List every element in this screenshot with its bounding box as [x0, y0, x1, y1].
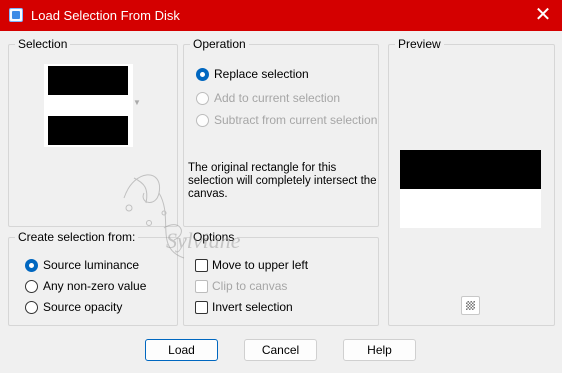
radio-indicator[interactable]	[196, 92, 209, 105]
replace-selection-radio[interactable]: Replace selection	[196, 67, 309, 82]
source-opacity-label: Source opacity	[43, 300, 123, 314]
title-bar: Load Selection From Disk ✕	[0, 0, 562, 31]
subtract-from-selection-radio[interactable]: Subtract from current selection	[196, 113, 377, 128]
subtract-from-selection-label: Subtract from current selection	[214, 113, 378, 127]
thumbnail-bottom-band	[48, 116, 128, 145]
move-to-upper-left-label: Move to upper left	[212, 258, 309, 272]
selection-group-label: Selection	[15, 37, 71, 51]
radio-indicator[interactable]	[196, 68, 209, 81]
radio-indicator[interactable]	[25, 301, 38, 314]
invert-selection-checkbox[interactable]: Invert selection	[195, 300, 293, 315]
invert-selection-label: Invert selection	[212, 300, 293, 314]
checkerboard-icon[interactable]	[461, 296, 480, 315]
add-to-selection-label: Add to current selection	[214, 91, 341, 105]
clip-to-canvas-checkbox[interactable]: Clip to canvas	[195, 279, 287, 294]
operation-info-text: The original rectangle for this selectio…	[188, 162, 377, 200]
source-luminance-label: Source luminance	[43, 258, 140, 272]
radio-indicator[interactable]	[196, 114, 209, 127]
move-to-upper-left-checkbox[interactable]: Move to upper left	[195, 258, 308, 273]
create-from-group-label: Create selection from:	[15, 230, 139, 244]
cancel-button[interactable]: Cancel	[244, 339, 317, 361]
clip-to-canvas-label: Clip to canvas	[212, 279, 288, 293]
preview-group-label: Preview	[395, 37, 444, 51]
radio-indicator[interactable]	[25, 280, 38, 293]
preview-top-band	[400, 150, 541, 189]
options-group-label: Options	[190, 230, 238, 244]
help-button[interactable]: Help	[343, 339, 416, 361]
any-non-zero-radio[interactable]: Any non-zero value	[25, 279, 146, 294]
thumbnail-top-band	[48, 66, 128, 95]
preview-image	[400, 150, 541, 228]
source-opacity-radio[interactable]: Source opacity	[25, 300, 122, 315]
checkbox-box[interactable]	[195, 301, 208, 314]
replace-selection-label: Replace selection	[214, 67, 309, 81]
add-to-selection-radio[interactable]: Add to current selection	[196, 91, 340, 106]
app-icon	[9, 8, 23, 22]
any-non-zero-label: Any non-zero value	[43, 279, 147, 293]
close-button[interactable]: ✕	[524, 0, 562, 31]
operation-group-label: Operation	[190, 37, 249, 51]
checkbox-box[interactable]	[195, 259, 208, 272]
source-luminance-radio[interactable]: Source luminance	[25, 258, 139, 273]
load-button[interactable]: Load	[145, 339, 218, 361]
selection-thumbnail-dropdown[interactable]	[44, 64, 133, 147]
radio-indicator[interactable]	[25, 259, 38, 272]
window-title: Load Selection From Disk	[31, 8, 180, 23]
checkbox-box[interactable]	[195, 280, 208, 293]
chevron-down-icon[interactable]: ▼	[133, 98, 141, 108]
